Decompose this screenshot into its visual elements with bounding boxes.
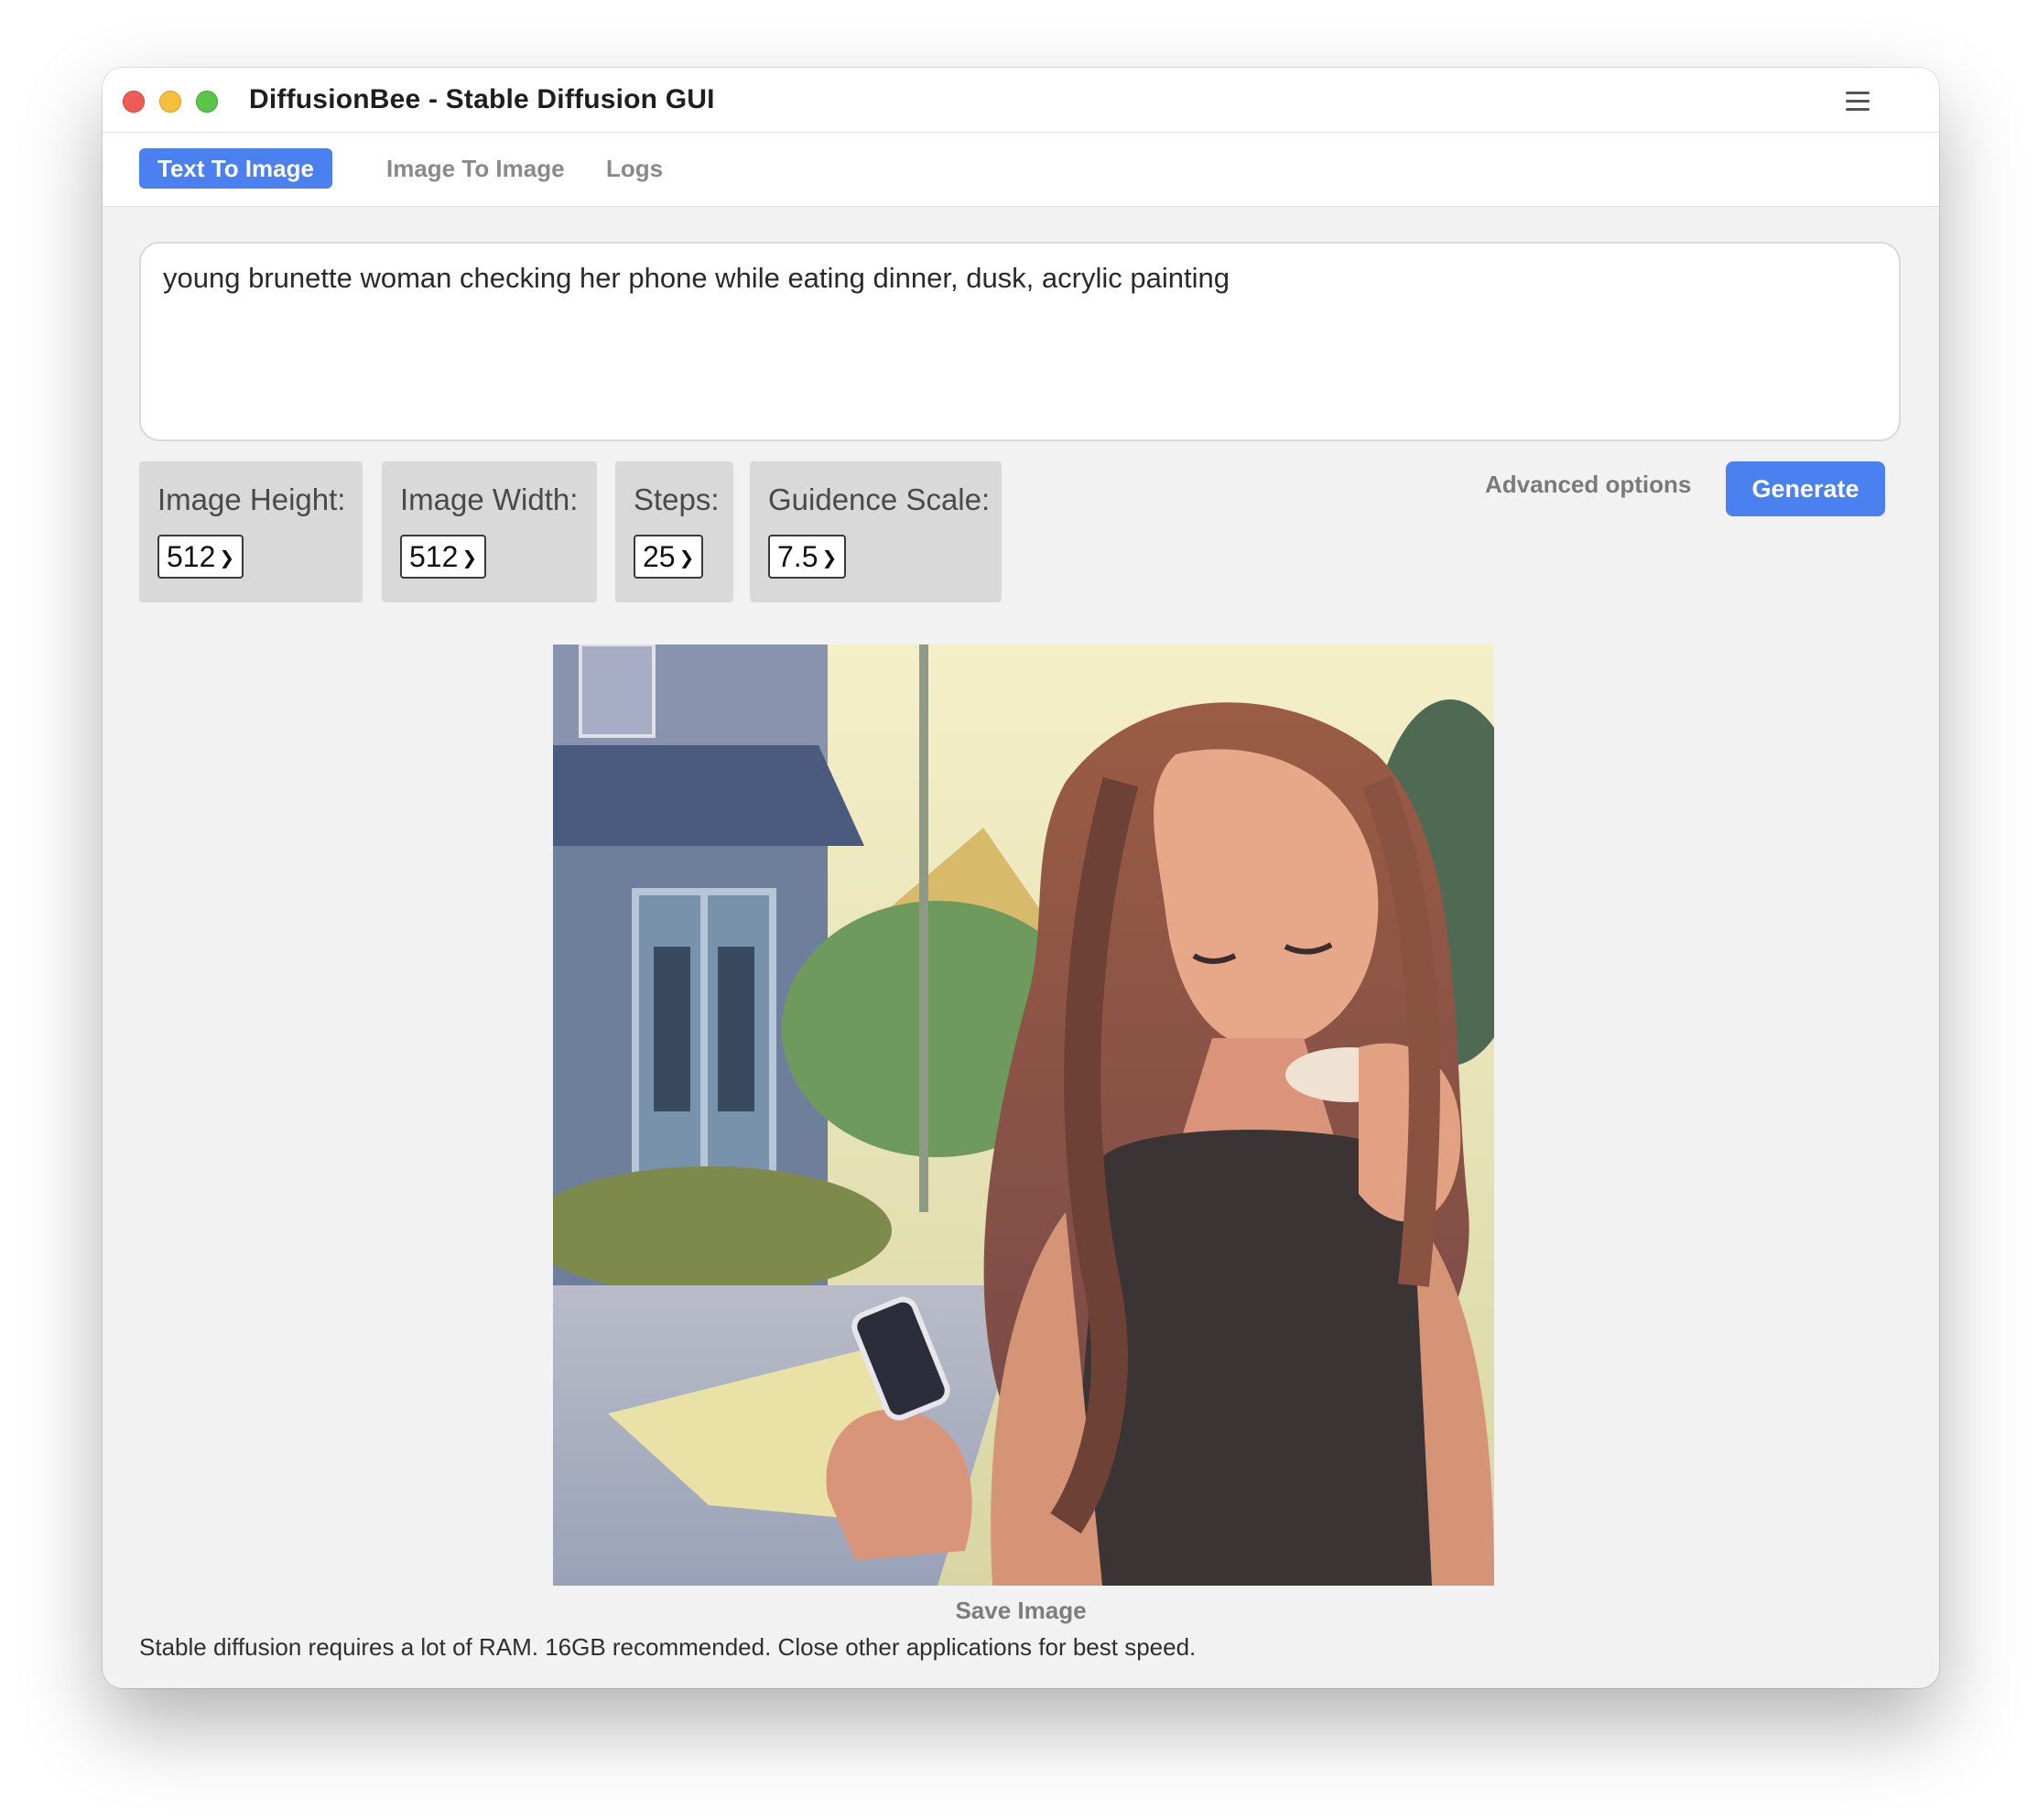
image-height-option: Image Height: 512 ❯ [139,461,363,602]
generated-image [553,645,1494,1586]
advanced-options-link[interactable]: Advanced options [1485,471,1691,499]
maximize-window-button[interactable] [196,91,218,113]
steps-label: Steps: [634,482,720,516]
image-width-label: Image Width: [400,482,579,516]
image-height-select[interactable]: 512 ❯ [157,535,244,579]
ram-notice: Stable diffusion requires a lot of RAM. … [139,1633,1197,1661]
minimize-window-button[interactable] [159,91,181,113]
chevron-down-icon: ❯ [821,548,838,569]
image-width-value: 512 [409,540,459,573]
tab-logs[interactable]: Logs [588,148,681,189]
guidance-scale-label: Guidence Scale: [768,482,991,516]
prompt-input[interactable]: young brunette woman checking her phone … [139,242,1901,441]
title-bar[interactable]: DiffusionBee - Stable Diffusion GUI [103,68,1939,133]
image-height-label: Image Height: [157,482,346,516]
window-title: DiffusionBee - Stable Diffusion GUI [249,84,715,114]
tab-text-to-image[interactable]: Text To Image [139,148,332,189]
chevron-down-icon: ❯ [678,548,695,569]
save-image-link[interactable]: Save Image [103,1597,1939,1625]
generate-button[interactable]: Generate [1726,461,1885,516]
guidance-scale-select[interactable]: 7.5 ❯ [768,535,847,579]
tab-bar: Text To Image Image To Image Logs [103,133,1939,207]
guidance-scale-option: Guidence Scale: 7.5 ❯ [750,461,1002,602]
tab-image-to-image[interactable]: Image To Image [368,148,583,189]
image-width-option: Image Width: 512 ❯ [382,461,597,602]
guidance-scale-value: 7.5 [777,540,818,573]
steps-select[interactable]: 25 ❯ [634,535,704,579]
steps-option: Steps: 25 ❯ [615,461,733,602]
chevron-down-icon: ❯ [461,548,478,569]
chevron-down-icon: ❯ [219,548,235,569]
image-width-select[interactable]: 512 ❯ [400,535,487,579]
steps-value: 25 [643,540,676,573]
close-window-button[interactable] [123,91,145,113]
app-window: DiffusionBee - Stable Diffusion GUI Text… [103,68,1939,1688]
image-height-value: 512 [167,540,216,573]
hamburger-menu-icon[interactable] [1846,92,1870,112]
